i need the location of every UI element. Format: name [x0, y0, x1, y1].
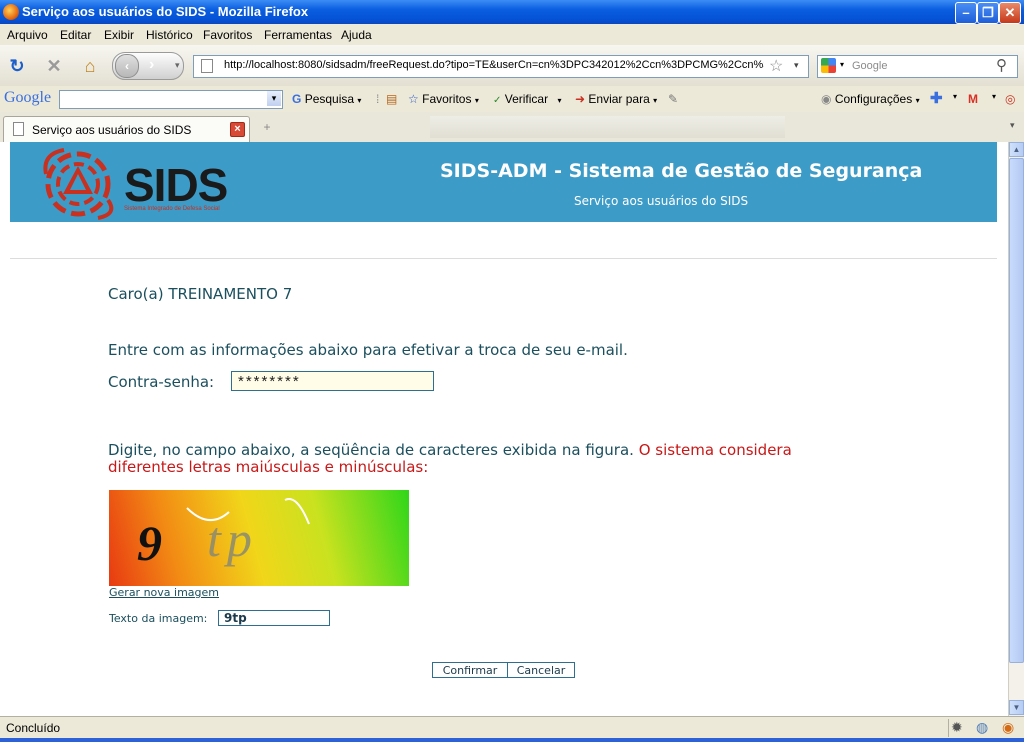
google-toolbar-logo: Google: [4, 89, 52, 106]
menu-bar: Arquivo Editar Exibir Histórico Favorito…: [0, 24, 1024, 45]
url-dropdown-icon[interactable]: ▾: [794, 60, 799, 71]
empty-tab-strip: [430, 116, 785, 138]
tab-close-icon[interactable]: ×: [230, 122, 245, 137]
orkut-icon[interactable]: ◎: [1005, 92, 1015, 106]
url-bar[interactable]: http://localhost:8080/sidsadm/freeReques…: [193, 55, 809, 78]
status-text: Concluído: [6, 721, 61, 735]
forward-button[interactable]: ›: [149, 56, 154, 74]
captcha-instruction-text: Digite, no campo abaixo, a seqüência de …: [108, 441, 634, 459]
greeting-text: Caro(a) TREINAMENTO 7: [108, 285, 293, 303]
settings-button[interactable]: ◉ Configurações ▾: [821, 92, 920, 106]
search-magnifier-icon[interactable]: ⚲: [996, 56, 1007, 74]
sids-logo: SIDS Sistema Integrado de Defesa Social: [38, 144, 248, 220]
menu-editar[interactable]: Editar: [60, 28, 91, 42]
google-toolbar: Google ▾ G Pesquisa ▾ ⁞ ▤ ☆ Favoritos ▾ …: [0, 86, 1024, 113]
tab-sids-service[interactable]: Serviço aos usuários do SIDS ×: [3, 116, 250, 142]
password-label: Contra-senha:: [108, 373, 215, 391]
bookmarks-book-icon[interactable]: ▤: [386, 92, 397, 106]
menu-favoritos[interactable]: Favoritos: [203, 28, 252, 42]
back-button[interactable]: ‹: [115, 54, 139, 78]
restore-button[interactable]: ❐: [977, 2, 999, 24]
bookmark-star-icon[interactable]: ☆: [769, 56, 783, 76]
toolbar-separator-icon: ⁞: [376, 92, 380, 106]
menu-ferramentas[interactable]: Ferramentas: [264, 28, 332, 42]
sids-logo-subtext: Sistema Integrado de Defesa Social: [124, 206, 220, 212]
send-to-button[interactable]: ➜ Enviar para ▾: [575, 92, 657, 106]
url-text[interactable]: http://localhost:8080/sidsadm/freeReques…: [224, 59, 764, 71]
minimize-button[interactable]: –: [955, 2, 977, 24]
add-dropdown-icon[interactable]: ▾: [953, 92, 957, 101]
google-g-icon: G: [292, 92, 302, 106]
status-bar: Concluído ✹ ◍ ◉: [0, 716, 1024, 739]
firefox-logo-icon: [3, 4, 19, 20]
instruction-text: Entre com as informações abaixo para efe…: [108, 341, 628, 359]
new-tab-icon[interactable]: +: [257, 120, 277, 136]
send-arrow-icon: ➜: [575, 92, 586, 106]
engine-dropdown-icon[interactable]: ▾: [840, 60, 844, 69]
taskbar-edge: [0, 738, 1024, 742]
captcha-char-9: 9: [137, 515, 162, 571]
addon-globe-icon[interactable]: ◍: [976, 719, 988, 736]
scroll-thumb[interactable]: [1009, 158, 1024, 663]
menu-ajuda[interactable]: Ajuda: [341, 28, 372, 42]
banner-subtitle: Serviço aos usuários do SIDS: [574, 194, 749, 208]
search-input[interactable]: Google: [852, 60, 887, 72]
tab-page-icon: [13, 122, 24, 136]
window-title: Serviço aos usuários do SIDS - Mozilla F…: [22, 4, 309, 19]
spellcheck-icon: ✓: [493, 95, 502, 106]
google-toolbar-search-input[interactable]: ▾: [59, 90, 283, 109]
firefox-status-icon[interactable]: ◉: [1002, 719, 1014, 736]
close-window-button[interactable]: ✕: [999, 2, 1021, 24]
sids-banner: SIDS Sistema Integrado de Defesa Social …: [10, 142, 997, 222]
reload-icon[interactable]: ↻: [6, 55, 28, 77]
gsearch-dropdown-icon[interactable]: ▾: [267, 91, 281, 106]
status-divider: [948, 719, 949, 737]
scroll-up-arrow-icon[interactable]: ▲: [1009, 142, 1024, 157]
gmail-icon[interactable]: M: [968, 92, 978, 106]
banner-title: SIDS-ADM - Sistema de Gestão de Seguranç…: [440, 160, 923, 182]
tab-list-icon[interactable]: ▾: [1010, 120, 1015, 131]
gmail-dropdown-icon[interactable]: ▾: [992, 92, 996, 101]
history-dropdown-icon[interactable]: ▾: [175, 60, 180, 71]
highlighter-icon[interactable]: ✎: [668, 92, 678, 106]
password-field[interactable]: ********: [231, 371, 434, 391]
image-text-label: Texto da imagem:: [109, 612, 208, 625]
scroll-down-arrow-icon[interactable]: ▼: [1009, 700, 1024, 715]
page-icon: [201, 59, 213, 73]
settings-gear-icon: ◉: [821, 92, 832, 106]
window-title-bar[interactable]: Serviço aos usuários do SIDS - Mozilla F…: [0, 0, 1024, 24]
cancel-button[interactable]: Cancelar: [507, 662, 575, 678]
spellcheck-button[interactable]: ✓ Verificar ▾: [493, 92, 561, 106]
add-button-icon[interactable]: ✚: [930, 89, 943, 107]
google-search-button[interactable]: G Pesquisa ▾: [292, 92, 361, 106]
back-forward-group: ‹ ›: [112, 52, 184, 80]
google-engine-icon[interactable]: [821, 58, 836, 73]
captcha-image: 9 tp: [109, 490, 409, 586]
navigation-toolbar: ↻ ✕ ⌂ ‹ › ▾ http://localhost:8080/sidsad…: [0, 45, 1024, 87]
vertical-scrollbar[interactable]: ▲ ▼: [1008, 142, 1024, 716]
favorites-button[interactable]: ☆ Favoritos ▾: [408, 92, 479, 106]
tab-label: Serviço aos usuários do SIDS: [32, 123, 192, 137]
menu-arquivo[interactable]: Arquivo: [7, 28, 48, 42]
image-text-input[interactable]: 9tp: [218, 610, 330, 626]
favorites-star-icon: ☆: [408, 92, 419, 106]
divider: [10, 258, 997, 259]
search-box[interactable]: ▾ Google ⚲: [817, 55, 1018, 78]
addon-bug-icon[interactable]: ✹: [951, 719, 963, 736]
tab-bar: Serviço aos usuários do SIDS × + ▾: [0, 112, 1024, 143]
sids-emblem-icon: [43, 148, 114, 220]
stop-icon[interactable]: ✕: [43, 55, 65, 77]
home-icon[interactable]: ⌂: [79, 55, 101, 77]
captcha-instruction: Digite, no campo abaixo, a seqüência de …: [108, 442, 868, 476]
menu-historico[interactable]: Histórico: [146, 28, 193, 42]
confirm-button[interactable]: Confirmar: [432, 662, 508, 678]
captcha-chars-tp: tp: [207, 511, 258, 567]
page-content: SIDS Sistema Integrado de Defesa Social …: [0, 142, 1008, 716]
menu-exibir[interactable]: Exibir: [104, 28, 134, 42]
generate-new-image-link[interactable]: Gerar nova imagem: [109, 586, 219, 599]
sids-logo-text: SIDS: [124, 159, 228, 211]
